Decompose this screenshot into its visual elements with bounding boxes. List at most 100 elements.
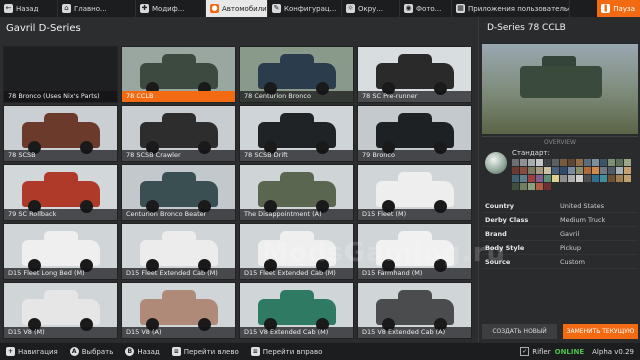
- info-value: Pickup: [560, 243, 581, 252]
- paint-swatch[interactable]: [512, 159, 519, 166]
- paint-swatch[interactable]: [624, 159, 631, 166]
- paint-swatch[interactable]: [544, 167, 551, 174]
- tab-label: Окру...: [358, 4, 383, 13]
- config-tile[interactable]: D15 Fleet Long Bed (M): [3, 223, 118, 280]
- create-new-button[interactable]: СОЗДАТЬ НОВЫЙ: [482, 324, 557, 339]
- paint-swatch[interactable]: [568, 175, 575, 182]
- paint-swatch[interactable]: [528, 159, 535, 166]
- paint-swatch[interactable]: [616, 159, 623, 166]
- paint-swatch[interactable]: [584, 175, 591, 182]
- checkbox-icon[interactable]: ✓: [520, 347, 530, 356]
- config-tile-label: 78 Centurion Bronco: [240, 91, 353, 102]
- paint-swatch[interactable]: [520, 159, 527, 166]
- paint-swatch[interactable]: [544, 183, 551, 190]
- paint-swatch[interactable]: [512, 183, 519, 190]
- paint-swatch[interactable]: [560, 167, 567, 174]
- config-tile-label: D15 V8 Extended Cab (M): [240, 327, 353, 338]
- preview-truck-body: [520, 66, 602, 98]
- paint-swatch[interactable]: [592, 175, 599, 182]
- paint-swatch[interactable]: [624, 175, 631, 182]
- config-tile[interactable]: D15 V8 Extended Cab (M): [239, 282, 354, 339]
- tab-label: Автомобили: [222, 4, 267, 13]
- config-tile[interactable]: 78 SCSB: [3, 105, 118, 162]
- panel-title: Gavril D-Series: [6, 23, 81, 34]
- paint-swatch[interactable]: [544, 175, 551, 182]
- paint-swatch[interactable]: [552, 167, 559, 174]
- paint-swatch[interactable]: [608, 167, 615, 174]
- paint-swatch[interactable]: [536, 175, 543, 182]
- paint-swatch[interactable]: [576, 167, 583, 174]
- tab-label: Модиф...: [152, 4, 185, 13]
- config-tile[interactable]: D15 V8 (A): [121, 282, 236, 339]
- paint-swatch[interactable]: [536, 183, 543, 190]
- config-tile[interactable]: 78 CCLB: [121, 46, 236, 103]
- paint-swatch[interactable]: [616, 175, 623, 182]
- paint-swatch[interactable]: [536, 159, 543, 166]
- paint-swatch[interactable]: [544, 159, 551, 166]
- paint-swatch[interactable]: [528, 183, 535, 190]
- paint-swatch[interactable]: [576, 175, 583, 182]
- config-tile[interactable]: 78 Bronco (Uses Nix's Parts): [3, 46, 118, 103]
- config-tile[interactable]: D15 V8 (M): [3, 282, 118, 339]
- paint-swatch[interactable]: [608, 159, 615, 166]
- paint-swatch[interactable]: [560, 159, 567, 166]
- config-tile[interactable]: D15 V8 Extended Cab (A): [357, 282, 472, 339]
- pause-button[interactable]: ❚ Пауза: [597, 0, 640, 17]
- config-tile[interactable]: 78 SCSB Drift: [239, 105, 354, 162]
- paint-swatch[interactable]: [520, 175, 527, 182]
- tab-puzzle[interactable]: ✚ Модиф...: [136, 0, 206, 17]
- paint-swatch[interactable]: [512, 175, 519, 182]
- environment-icon: ☼: [346, 4, 355, 13]
- tab-back[interactable]: ← Назад: [0, 0, 58, 17]
- paint-swatch[interactable]: [600, 159, 607, 166]
- paint-swatch[interactable]: [576, 159, 583, 166]
- paint-swatch[interactable]: [592, 167, 599, 174]
- tab-car[interactable]: ● Автомобили: [206, 0, 268, 17]
- paint-swatch[interactable]: [520, 183, 527, 190]
- paint-swatch[interactable]: [528, 175, 535, 182]
- control-hint: ≡ Перейти вправо: [250, 347, 322, 356]
- paint-swatch[interactable]: [616, 167, 623, 174]
- tab-home[interactable]: ⌂ Главно...: [58, 0, 136, 17]
- config-tile[interactable]: D15 Fleet Extended Cab (M): [121, 223, 236, 280]
- paint-swatch[interactable]: [536, 167, 543, 174]
- tab-apps[interactable]: ▦ Приложения пользовательс...: [452, 0, 570, 17]
- config-tile[interactable]: Centurion Bronco Beater: [121, 164, 236, 221]
- config-tile[interactable]: 78 Centurion Bronco: [239, 46, 354, 103]
- tab-wrench[interactable]: ✎ Конфигурац...: [268, 0, 342, 17]
- paint-swatch[interactable]: [512, 167, 519, 174]
- config-tile-label: 78 SCSB: [4, 150, 117, 161]
- tab-label: Фото...: [416, 4, 442, 13]
- config-tile-label: D15 V8 (M): [4, 327, 117, 338]
- config-tile[interactable]: 78 SC Pre-runner: [357, 46, 472, 103]
- config-tile[interactable]: 79 SC Rollback: [3, 164, 118, 221]
- config-tile-label: D15 Fleet Extended Cab (M): [240, 268, 353, 279]
- config-tile[interactable]: 79 Bronco: [357, 105, 472, 162]
- paint-swatch[interactable]: [568, 167, 575, 174]
- paint-swatch[interactable]: [600, 175, 607, 182]
- tab-camera[interactable]: ◉ Фото...: [400, 0, 452, 17]
- config-tile-label: Centurion Bronco Beater: [122, 209, 235, 220]
- paint-swatch[interactable]: [528, 167, 535, 174]
- paint-swatch[interactable]: [584, 167, 591, 174]
- info-value: Custom: [560, 257, 585, 266]
- hint-label: Назад: [137, 347, 160, 356]
- paint-swatch[interactable]: [520, 167, 527, 174]
- paint-swatch[interactable]: [608, 175, 615, 182]
- paint-swatch[interactable]: [624, 167, 631, 174]
- username: Rifler: [532, 347, 551, 356]
- online-status: ONLINE: [554, 347, 585, 356]
- paint-swatch[interactable]: [584, 159, 591, 166]
- paint-swatch[interactable]: [560, 175, 567, 182]
- paint-swatch[interactable]: [552, 175, 559, 182]
- replace-current-button[interactable]: ЗАМЕНИТЬ ТЕКУЩУЮ: [563, 324, 638, 339]
- paint-swatch[interactable]: [592, 159, 599, 166]
- config-tile[interactable]: The Disappointment (A): [239, 164, 354, 221]
- paint-swatch[interactable]: [552, 159, 559, 166]
- paint-swatch[interactable]: [568, 159, 575, 166]
- paint-swatch[interactable]: [600, 167, 607, 174]
- tab-environment[interactable]: ☼ Окру...: [342, 0, 400, 17]
- config-tile-label: 78 SCSB Crawler: [122, 150, 235, 161]
- config-tile[interactable]: D15 Fleet (M): [357, 164, 472, 221]
- config-tile[interactable]: 78 SCSB Crawler: [121, 105, 236, 162]
